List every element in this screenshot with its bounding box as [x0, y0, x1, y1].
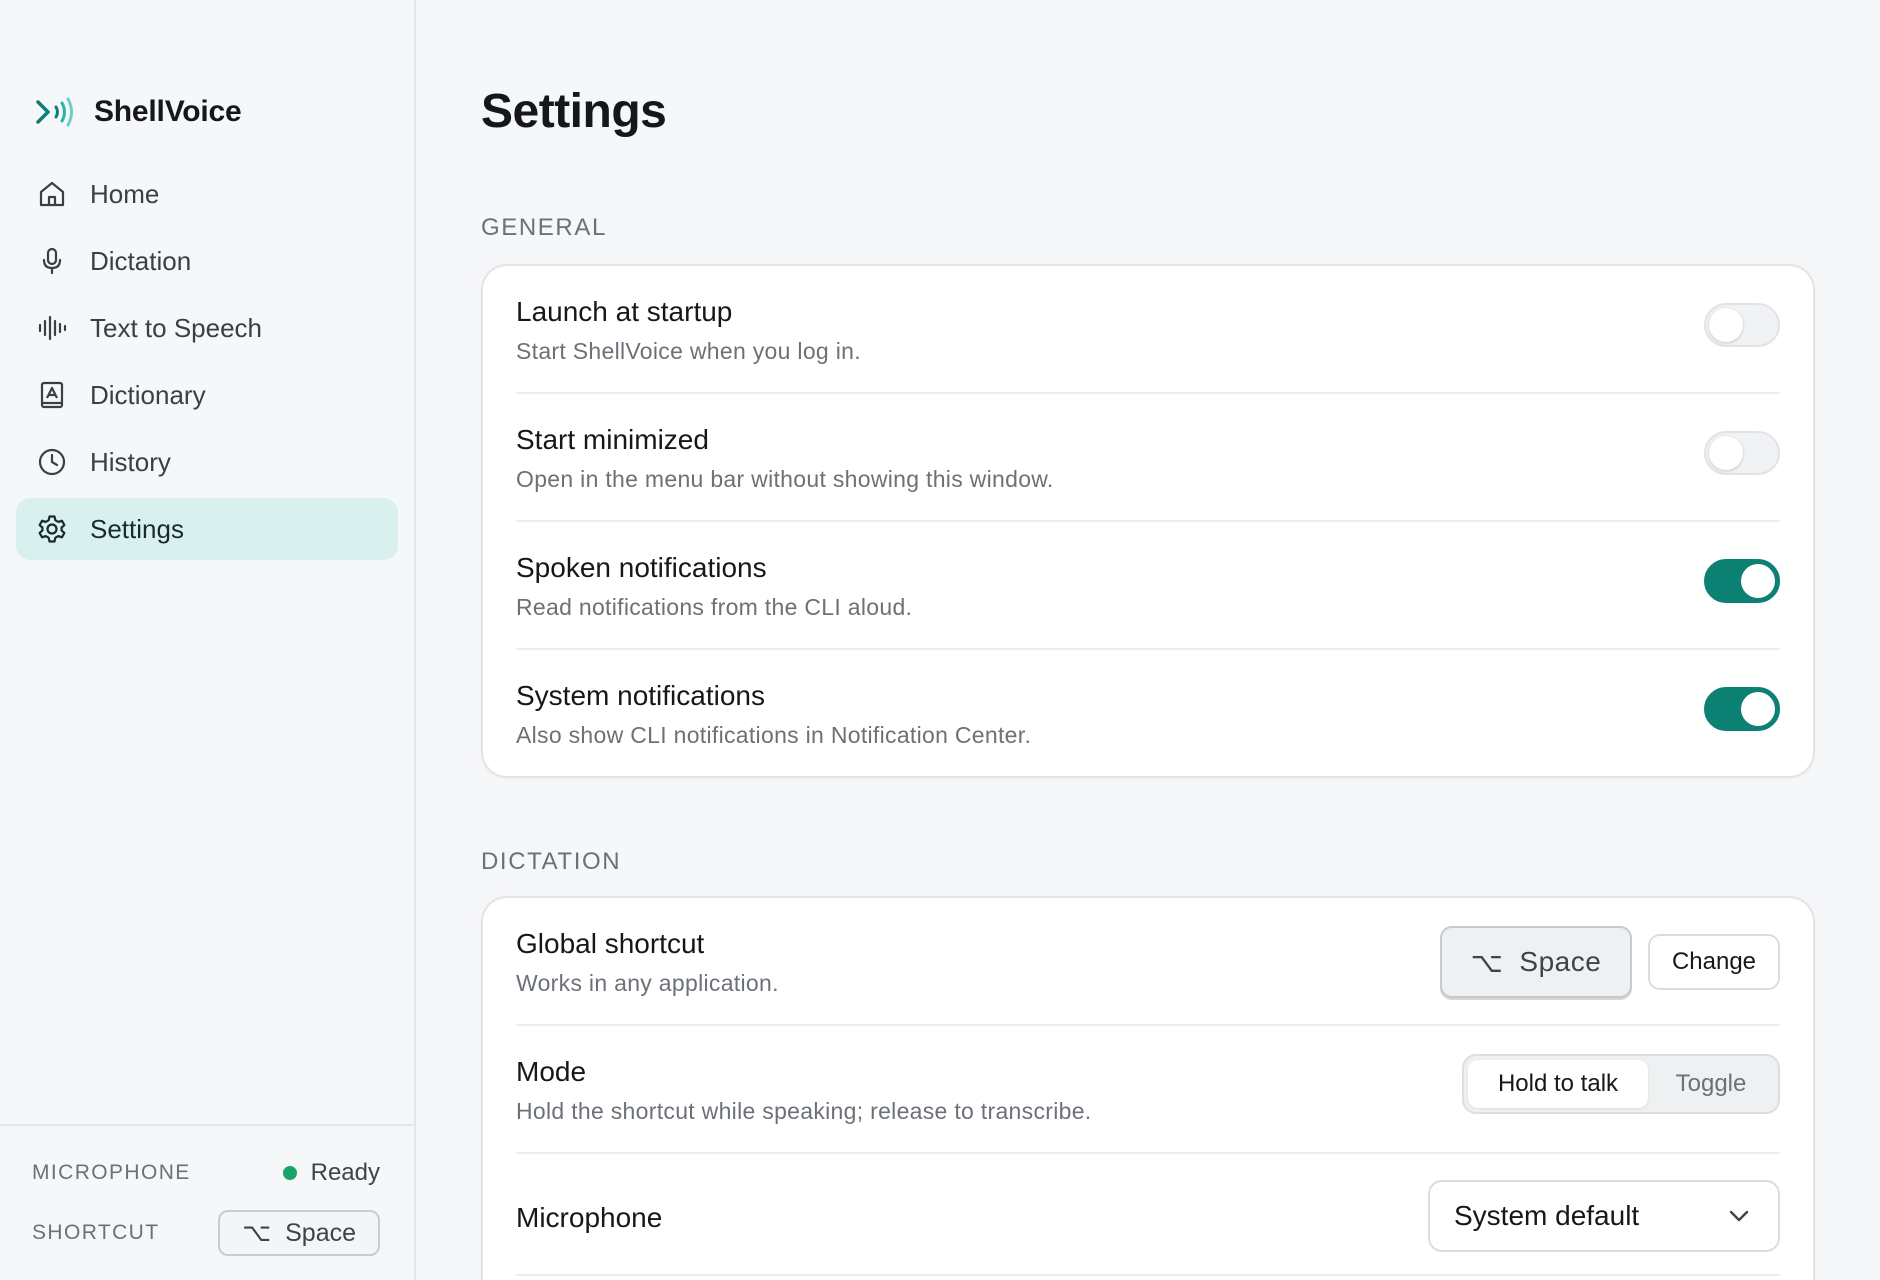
book-icon: [40, 381, 64, 409]
microphone-select[interactable]: System default: [1428, 1180, 1780, 1252]
system-notifications-toggle[interactable]: [1704, 687, 1780, 731]
shortcut-key-text: Space: [285, 1218, 356, 1247]
setting-row-start-minimized: Start minimized Open in the menu bar wit…: [516, 394, 1780, 522]
clock-icon: [38, 448, 66, 476]
setting-title: Start minimized: [516, 424, 709, 455]
toggle-knob: [1741, 564, 1775, 598]
sidebar-item-label: Text to Speech: [90, 312, 262, 343]
setting-row-mode: Mode Hold the shortcut while speaking; r…: [516, 1026, 1780, 1154]
setting-row-global-shortcut: Global shortcut Works in any application…: [516, 898, 1780, 1026]
section-label-dictation: DICTATION: [481, 848, 622, 875]
setting-row-microphone: Microphone System default: [516, 1154, 1780, 1276]
global-shortcut-display: ⌥ Space: [1440, 926, 1632, 998]
home-icon: [39, 181, 65, 207]
toggle-knob: [1709, 308, 1743, 342]
setting-description: Read notifications from the CLI aloud.: [516, 594, 913, 620]
sidebar-item-dictation[interactable]: Dictation: [16, 230, 398, 292]
start-minimized-toggle[interactable]: [1704, 431, 1780, 475]
launch-at-startup-toggle[interactable]: [1704, 303, 1780, 347]
waveform-icon: [38, 315, 67, 341]
sidebar-item-text-to-speech[interactable]: Text to Speech: [16, 297, 398, 359]
option-key-icon: ⌥: [1470, 946, 1504, 978]
setting-description: Hold the shortcut while speaking; releas…: [516, 1098, 1092, 1124]
setting-row-spoken-notifications: Spoken notifications Read notifications …: [516, 522, 1780, 650]
toggle-knob: [1709, 436, 1743, 470]
mode-option-toggle[interactable]: Toggle: [1648, 1060, 1774, 1108]
sidebar-item-label: History: [90, 446, 171, 477]
sidebar: ShellVoice Home Dictation Text to Speech…: [0, 0, 416, 1280]
sidebar-item-label: Home: [90, 178, 160, 209]
setting-title: Launch at startup: [516, 296, 733, 327]
microphone-icon: [42, 247, 62, 275]
microphone-label: MICROPHONE: [32, 1161, 191, 1184]
setting-title: Global shortcut: [516, 928, 705, 959]
shortcut-key-text: Space: [1519, 946, 1602, 977]
spoken-notifications-toggle[interactable]: [1704, 559, 1780, 603]
setting-title: Microphone: [516, 1202, 663, 1233]
setting-row-launch-at-startup: Launch at startup Start ShellVoice when …: [516, 266, 1780, 394]
setting-title: Mode: [516, 1056, 587, 1087]
page-title: Settings: [481, 85, 667, 138]
general-settings-card: Launch at startup Start ShellVoice when …: [481, 264, 1815, 778]
microphone-select-value: System default: [1454, 1200, 1640, 1231]
setting-description: Open in the menu bar without showing thi…: [516, 466, 1054, 492]
status-dot-icon: [282, 1166, 297, 1180]
dictation-settings-card: Global shortcut Works in any application…: [481, 896, 1815, 1280]
sidebar-item-history[interactable]: History: [16, 431, 398, 493]
sidebar-item-home[interactable]: Home: [16, 163, 398, 225]
microphone-status-text: Ready: [310, 1159, 380, 1186]
shortcut-badge: ⌥ Space: [218, 1210, 380, 1256]
sidebar-footer: MICROPHONE Ready SHORTCUT ⌥ Space: [0, 1124, 414, 1280]
shortcut-label: SHORTCUT: [32, 1221, 160, 1244]
shellvoice-logo-icon: [36, 97, 73, 127]
section-label-general: GENERAL: [481, 214, 607, 241]
chevron-down-icon: [1729, 1210, 1749, 1222]
setting-description: Also show CLI notifications in Notificat…: [516, 722, 1032, 748]
setting-row-system-notifications: System notifications Also show CLI notif…: [516, 650, 1780, 778]
shortcut-row: SHORTCUT ⌥ Space: [32, 1210, 380, 1256]
sidebar-item-label: Settings: [90, 513, 184, 544]
setting-title: Spoken notifications: [516, 552, 767, 583]
sidebar-item-label: Dictation: [90, 245, 192, 276]
sidebar-item-dictionary[interactable]: Dictionary: [16, 364, 398, 426]
setting-description: Works in any application.: [516, 970, 779, 996]
option-key-icon: ⌥: [242, 1219, 272, 1247]
brand: ShellVoice: [34, 92, 242, 132]
gear-icon: [38, 515, 66, 543]
change-shortcut-button[interactable]: Change: [1648, 934, 1780, 990]
setting-description: Start ShellVoice when you log in.: [516, 338, 861, 364]
setting-title: System notifications: [516, 680, 765, 711]
microphone-status: Ready: [282, 1159, 380, 1187]
sidebar-item-settings[interactable]: Settings: [16, 498, 398, 560]
main-content: Settings GENERAL Launch at startup Start…: [416, 0, 1880, 1280]
sidebar-item-label: Dictionary: [90, 379, 206, 410]
microphone-status-row: MICROPHONE Ready: [32, 1150, 380, 1196]
toggle-knob: [1741, 692, 1775, 726]
mode-option-hold-to-talk[interactable]: Hold to talk: [1468, 1060, 1648, 1108]
mode-segmented-control: Hold to talk Toggle: [1462, 1054, 1780, 1114]
app-name: ShellVoice: [94, 95, 242, 128]
sidebar-nav: Home Dictation Text to Speech Dictionary…: [16, 163, 398, 565]
